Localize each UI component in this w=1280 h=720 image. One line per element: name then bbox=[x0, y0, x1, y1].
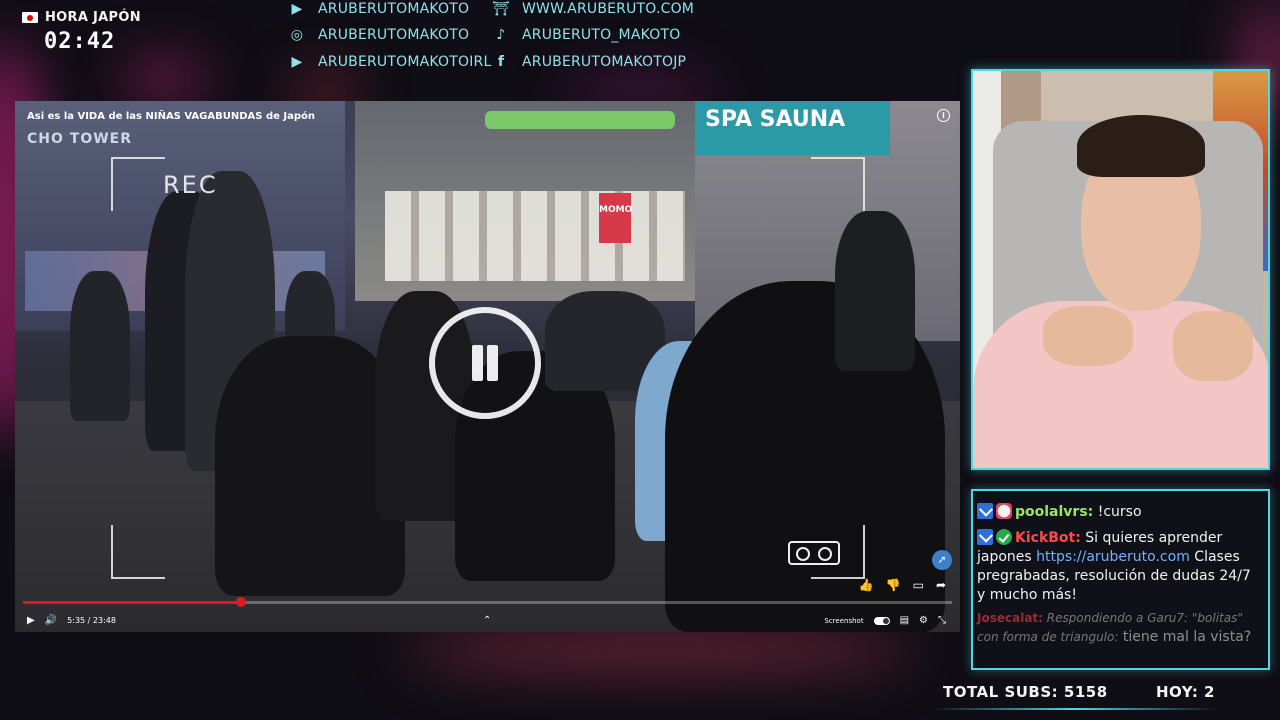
social-facebook: f ARUBERUTOMAKOTOJP bbox=[492, 54, 686, 70]
torii-gate-icon: ⛩ bbox=[492, 1, 510, 17]
play-icon[interactable]: ▶ bbox=[27, 615, 35, 626]
chat-text: !curso bbox=[1093, 504, 1142, 520]
social-text: ARUBERUTOMAKOTO bbox=[318, 27, 470, 43]
chat-message: poolalvrs: !curso bbox=[977, 503, 1262, 522]
social-website: ⛩ WWW.ARUBERUTO.COM bbox=[492, 1, 694, 17]
share-icon[interactable]: ➦ bbox=[936, 578, 946, 592]
chat-cut-line: — bbox=[977, 489, 991, 497]
youtube-icon: ▶ bbox=[291, 54, 303, 70]
clock-time: 02:42 bbox=[44, 29, 116, 54]
social-instagram: ◎ ARUBERUTOMAKOTO bbox=[288, 27, 469, 43]
verified-badge-icon bbox=[977, 503, 993, 519]
webcam-frame bbox=[971, 69, 1270, 470]
japan-clock: HORA JAPÓN 02:42 bbox=[22, 10, 141, 54]
bot-badge-icon bbox=[996, 529, 1012, 545]
video-title: Asi es la VIDA de las NIÑAS VAGABUNDAS d… bbox=[27, 111, 315, 122]
social-text: ARUBERUTO_MAKOTO bbox=[522, 27, 681, 43]
screenshot-label: Screenshot bbox=[824, 616, 864, 625]
pause-bar bbox=[472, 345, 483, 381]
player-controls-left: ▶ 🔊 5:35 / 23:48 bbox=[27, 615, 116, 626]
mall-arches bbox=[385, 191, 685, 281]
volume-icon[interactable]: 🔊 bbox=[45, 615, 57, 626]
viewfinder-corner bbox=[111, 525, 165, 579]
video-actions: 👍 👎 ▭ ➦ bbox=[859, 578, 946, 592]
player-controls-right: Screenshot ▤ ⚙ ⤡ bbox=[824, 615, 946, 626]
streamer-hair bbox=[1077, 115, 1205, 177]
social-text: ARUBERUTOMAKOTO bbox=[318, 1, 470, 17]
viewfinder-corner bbox=[811, 157, 865, 211]
like-icon[interactable]: 👍 bbox=[859, 578, 874, 592]
japan-flag-icon bbox=[22, 12, 38, 23]
progress-bar[interactable] bbox=[23, 597, 952, 607]
social-text: ARUBERUTOMAKOTOIRL bbox=[318, 54, 492, 70]
pink-glow bbox=[400, 630, 920, 670]
hand-left bbox=[1043, 306, 1133, 366]
video-player[interactable]: CHO TOWER MOMO SPA SAUNA Asi es la VIDA … bbox=[15, 101, 960, 632]
progress-fill bbox=[23, 601, 242, 604]
chat-username: poolalvrs: bbox=[1015, 504, 1094, 520]
social-tiktok: ♪ ARUBERUTO_MAKOTO bbox=[492, 27, 680, 43]
hand-right bbox=[1173, 311, 1253, 381]
kitsune-badge-icon bbox=[996, 503, 1012, 519]
tower-sign: CHO TOWER bbox=[27, 131, 133, 147]
social-text: ARUBERUTOMAKOTOJP bbox=[522, 54, 687, 70]
comment-icon[interactable]: ▭ bbox=[913, 578, 924, 592]
rec-label: REC bbox=[163, 171, 218, 199]
pink-glow bbox=[120, 60, 210, 100]
gear-icon[interactable]: ⚙ bbox=[919, 615, 928, 626]
person bbox=[70, 271, 130, 421]
social-youtube: ▶ ARUBERUTOMAKOTO bbox=[288, 1, 470, 17]
verified-badge-icon bbox=[977, 529, 993, 545]
tiktok-icon: ♪ bbox=[496, 27, 506, 43]
chat-username: Josecalat: bbox=[977, 611, 1043, 625]
pause-button[interactable] bbox=[429, 307, 541, 419]
youtube-icon: ▶ bbox=[291, 1, 303, 17]
social-youtube-irl: ▶ ARUBERUTOMAKOTOIRL bbox=[288, 54, 492, 70]
social-text: WWW.ARUBERUTO.COM bbox=[522, 1, 695, 17]
chat-text: tiene mal la vista? bbox=[1118, 629, 1252, 645]
pause-bar bbox=[487, 345, 498, 381]
time-display: 5:35 / 23:48 bbox=[67, 616, 116, 625]
dislike-icon[interactable]: 👎 bbox=[886, 578, 901, 592]
total-subs: TOTAL SUBS: 5158 bbox=[943, 683, 1108, 701]
chevron-up-icon[interactable]: ⌃ bbox=[483, 615, 491, 626]
cassette-icon bbox=[788, 541, 840, 565]
chat-link[interactable]: https://aruberuto.com bbox=[1036, 549, 1190, 565]
momo-sign: MOMO bbox=[599, 193, 632, 243]
subs-today: HOY: 2 bbox=[1156, 683, 1215, 701]
clock-label: HORA JAPÓN bbox=[45, 10, 141, 25]
chat-message-faded: Josecalat: Respondiendo a Garu7: "bolita… bbox=[977, 609, 1262, 647]
chat-box: — poolalvrs: !curso KickBot: Si quieres … bbox=[971, 489, 1270, 670]
green-light bbox=[485, 111, 675, 129]
person bbox=[835, 211, 915, 371]
sauna-sign: SPA SAUNA bbox=[695, 101, 890, 155]
rocket-icon[interactable]: ➚ bbox=[932, 550, 952, 570]
instagram-icon: ◎ bbox=[290, 27, 304, 43]
viewfinder-corner bbox=[111, 157, 165, 211]
info-icon[interactable]: i bbox=[937, 109, 950, 122]
chat-message: KickBot: Si quieres aprender japones htt… bbox=[977, 529, 1262, 605]
fullscreen-icon[interactable]: ⤡ bbox=[938, 615, 946, 626]
subtitles-icon[interactable]: ▤ bbox=[900, 615, 909, 626]
facebook-icon: f bbox=[497, 54, 505, 70]
chat-username: KickBot: bbox=[1015, 530, 1081, 546]
screenshot-toggle[interactable] bbox=[873, 616, 890, 625]
stats-divider bbox=[930, 708, 1220, 710]
